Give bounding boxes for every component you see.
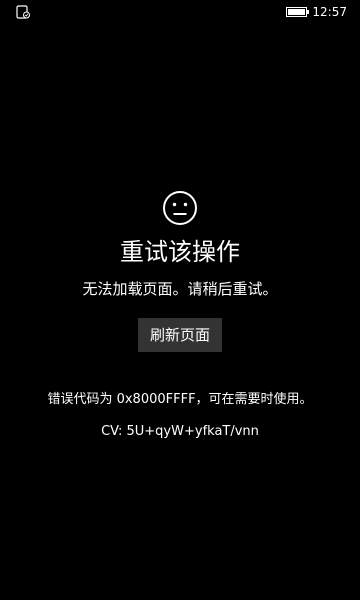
battery-icon [286, 7, 309, 17]
error-title: 重试该操作 [120, 238, 240, 266]
error-content: 重试该操作 无法加载页面。请稍后重试。 刷新页面 错误代码为 0x8000FFF… [0, 190, 360, 442]
error-code-text: 错误代码为 0x8000FFFF，可在需要时使用。 [47, 392, 313, 407]
error-message: 无法加载页面。请稍后重试。 [82, 280, 278, 298]
refresh-page-button[interactable]: 刷新页面 [138, 318, 222, 352]
cv-text: CV: 5U+qyW+yfkaT/vnn [101, 424, 259, 439]
sad-face-icon [163, 191, 197, 225]
app-status-icon [16, 5, 30, 19]
status-time: 12:57 [312, 5, 347, 19]
status-bar: 12:57 [0, 0, 360, 24]
